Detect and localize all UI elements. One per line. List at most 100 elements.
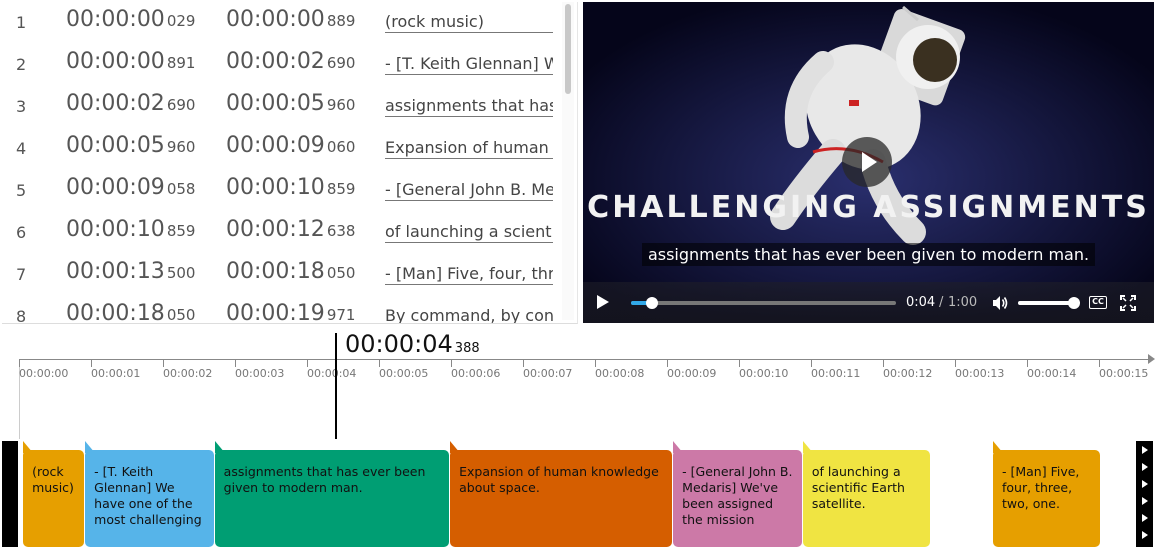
subtitle-text-field[interactable]: By command, by con	[385, 306, 553, 323]
subtitle-text-field[interactable]: assignments that has ever been given to …	[385, 96, 553, 117]
start-time-ms: 690	[166, 96, 196, 114]
scroll-right-icon[interactable]	[1142, 446, 1148, 454]
start-time[interactable]: 00:00:02 690	[66, 91, 195, 116]
axis-tick	[1099, 359, 1100, 367]
subtitle-block[interactable]: Expansion of human knowledge about space…	[450, 450, 673, 547]
playhead[interactable]	[335, 333, 337, 439]
end-time-main: 00:00:09	[226, 133, 325, 158]
timeline-left-edge	[2, 441, 18, 547]
progress-bar[interactable]	[631, 297, 896, 309]
end-time-main: 00:00:05	[226, 91, 325, 116]
row-index: 2	[16, 55, 27, 74]
subtitle-row[interactable]: 4 00:00:05 960 00:00:09 060 Expansion of huma…	[2, 128, 562, 170]
axis-tick	[1027, 359, 1028, 367]
progress-handle[interactable]	[645, 297, 658, 309]
subtitle-block[interactable]: - [Man] Five, four, three, two, one.	[993, 450, 1100, 547]
end-time[interactable]: 00:00:12 638	[226, 217, 355, 242]
start-time[interactable]: 00:00:00 029	[66, 7, 195, 32]
start-time[interactable]: 00:00:05 960	[66, 133, 195, 158]
subtitle-text-field[interactable]: Expansion of human knowledge about space…	[385, 138, 553, 159]
scroll-right-icon[interactable]	[1142, 531, 1148, 539]
tick-label: 00:00:12	[883, 367, 933, 380]
start-time-main: 00:00:13	[66, 259, 165, 284]
subtitle-text-field[interactable]: - [T. Keith Glennan] We have one of the …	[385, 54, 553, 75]
subtitle-block[interactable]: - [T. Keith Glennan] We have one of the …	[85, 450, 214, 547]
start-time-main: 00:00:09	[66, 175, 165, 200]
timeline-right-edge[interactable]	[1136, 441, 1153, 547]
subtitle-row[interactable]: 3 00:00:02 690 00:00:05 960 assignments that …	[2, 86, 562, 128]
start-time[interactable]: 00:00:13 500	[66, 259, 195, 284]
subtitle-text-field[interactable]: - [Man] Five, four, three, two, one.	[385, 264, 553, 285]
tick-label: 00:00:02	[163, 367, 213, 380]
start-time-ms: 050	[166, 306, 196, 324]
duration: 1:00	[948, 295, 978, 310]
end-time[interactable]: 00:00:05 960	[226, 91, 355, 116]
axis-tick	[667, 359, 668, 367]
volume-handle[interactable]	[1068, 297, 1080, 309]
scroll-right-icon[interactable]	[1142, 480, 1148, 488]
cc-icon[interactable]: CC	[1089, 296, 1107, 309]
start-time-ms: 500	[166, 264, 196, 282]
tick-label: 00:00:10	[739, 367, 789, 380]
row-index: 1	[16, 13, 27, 32]
volume-slider[interactable]	[1018, 297, 1080, 309]
end-time[interactable]: 00:00:10 859	[226, 175, 355, 200]
axis-arrow-icon	[1148, 354, 1155, 364]
tick-label: 00:00:04	[307, 367, 357, 380]
volume-icon[interactable]	[991, 294, 1009, 312]
end-time-main: 00:00:18	[226, 259, 325, 284]
subtitle-block[interactable]: (rock music)	[23, 450, 84, 547]
subtitle-text-field[interactable]: - [General John B. Medaris] We've been a…	[385, 180, 553, 201]
row-index: 4	[16, 139, 27, 158]
tick-label: 00:00:15	[1099, 367, 1149, 380]
video-player[interactable]: CHALLENGING ASSIGNMENTS assignments that…	[583, 2, 1154, 323]
subtitle-row[interactable]: 8 00:00:18 050 00:00:19 971 By command, by co…	[2, 296, 562, 324]
start-time-ms: 859	[166, 222, 196, 240]
subtitle-text-field[interactable]: (rock music)	[385, 12, 553, 33]
start-time[interactable]: 00:00:18 050	[66, 301, 196, 324]
end-time-ms: 889	[326, 12, 356, 30]
play-icon[interactable]	[597, 295, 609, 309]
tick-label: 00:00:00	[19, 367, 69, 380]
end-time-ms: 859	[326, 180, 356, 198]
subtitle-row[interactable]: 7 00:00:13 500 00:00:18 050 - [Man] Five, fou…	[2, 254, 562, 296]
subtitle-block[interactable]: of launching a scientific Earth satellit…	[802, 450, 930, 547]
subtitle-row[interactable]: 1 00:00:00 029 00:00:00 889 (rock music)	[2, 2, 562, 44]
end-time[interactable]: 00:00:00 889	[226, 7, 355, 32]
start-time[interactable]: 00:00:10 859	[66, 217, 195, 242]
subtitle-row[interactable]: 5 00:00:09 058 00:00:10 859 - [General John B…	[2, 170, 562, 212]
subtitle-text-field[interactable]: of launching a scientific Earth satellit…	[385, 222, 553, 243]
tick-label: 00:00:14	[1027, 367, 1077, 380]
scrollbar-thumb[interactable]	[565, 4, 571, 94]
big-play-icon[interactable]	[842, 137, 892, 187]
subtitle-block[interactable]: assignments that has ever been given to …	[214, 450, 450, 547]
scroll-right-icon[interactable]	[1142, 497, 1148, 505]
end-time[interactable]: 00:00:18 050	[226, 259, 355, 284]
scroll-right-icon[interactable]	[1142, 514, 1148, 522]
subtitle-row[interactable]: 2 00:00:00 891 00:00:02 690 - [T. Keith Glenn…	[2, 44, 562, 86]
current-time: 0:04	[906, 295, 936, 310]
start-time-main: 00:00:00	[66, 49, 165, 74]
list-scrollbar[interactable]	[562, 2, 574, 320]
start-time-ms: 058	[166, 180, 196, 198]
end-time[interactable]: 00:00:02 690	[226, 49, 355, 74]
tick-label: 00:00:11	[811, 367, 861, 380]
fullscreen-icon[interactable]	[1120, 295, 1136, 311]
scroll-right-icon[interactable]	[1142, 463, 1148, 471]
end-time[interactable]: 00:00:09 060	[226, 133, 355, 158]
timeline[interactable]: 00:00:00 00:00:01 00:00:02 00:00:03 00:00:04…	[0, 327, 1155, 552]
playhead-time-ms: 388	[454, 341, 480, 356]
end-time[interactable]: 00:00:19 971	[226, 301, 356, 324]
tick-label: 00:00:07	[523, 367, 573, 380]
end-time-main: 00:00:00	[226, 7, 325, 32]
start-time-main: 00:00:05	[66, 133, 165, 158]
axis-tick	[739, 359, 740, 367]
subtitle-row[interactable]: 6 00:00:10 859 00:00:12 638 of launching a sc…	[2, 212, 562, 254]
start-time[interactable]: 00:00:00 891	[66, 49, 195, 74]
end-time-ms: 971	[326, 306, 356, 324]
axis-tick	[379, 359, 380, 367]
start-time[interactable]: 00:00:09 058	[66, 175, 195, 200]
end-time-ms: 690	[326, 54, 356, 72]
subtitle-block[interactable]: - [General John B. Medaris] We've been a…	[673, 450, 802, 547]
axis-tick	[19, 359, 20, 367]
